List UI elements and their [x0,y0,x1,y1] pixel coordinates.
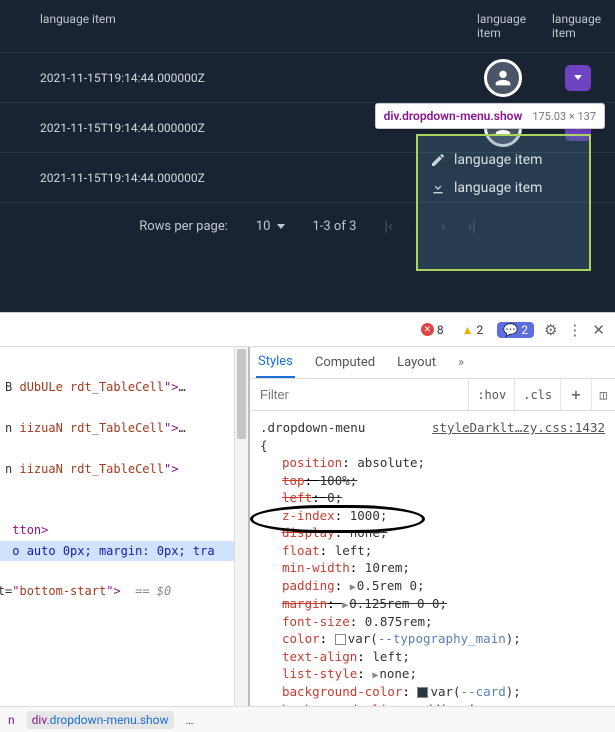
css-declaration[interactable]: margin: ▶0.125rem 0 0; [260,595,605,613]
css-declaration[interactable]: background-clip: padding-box; [260,701,605,707]
breadcrumb-item[interactable]: n [8,713,15,727]
pagination-range: 1-3 of 3 [313,219,357,234]
cell-timestamp: 2021-11-15T19:14:44.000000Z [0,71,465,85]
css-declaration[interactable]: text-align: left; [260,648,605,666]
kebab-icon[interactable]: ⋮ [567,321,582,339]
rule-selector: .dropdown-menu [260,420,365,435]
dropdown-item-label: language item [454,180,542,196]
table-header: language item language item language ite… [0,0,615,52]
css-declaration[interactable]: list-style: ▶none; [260,665,605,683]
avatar[interactable] [484,59,522,97]
edit-icon [430,152,446,168]
close-icon[interactable]: ✕ [592,321,605,339]
th-col1: language item [0,4,465,48]
css-declaration[interactable]: left: 0; [260,489,605,507]
cell-timestamp: 2021-11-15T19:14:44.000000Z [0,171,465,185]
devtools-panel: ✕8 ▲2 💬 2 ⚙ ⋮ ✕ B dUbULe rdt_TableCell">… [0,312,615,732]
hov-toggle[interactable]: :hov [468,379,514,410]
new-rule-icon[interactable]: + [560,379,591,410]
more-tabs-icon[interactable]: » [456,348,466,377]
breadcrumb-item[interactable]: … [186,713,194,727]
tab-styles[interactable]: Styles [256,347,295,378]
th-col2: language item [465,4,540,48]
gear-icon[interactable]: ⚙ [544,321,557,339]
css-declaration[interactable]: display: none; [260,524,605,542]
styles-filter-input[interactable] [250,387,468,402]
element-tooltip: div.dropdown-menu.show 175.03 × 137 [375,103,605,129]
first-page-icon[interactable]: |‹ [384,217,392,235]
styles-pane[interactable]: .dropdown-menu styleDarklt…zy.css:1432 {… [250,411,615,706]
rows-per-page-label: Rows per page: [139,219,228,234]
tab-computed[interactable]: Computed [313,348,377,377]
dropdown-item-label: language item [454,152,542,168]
dropdown-item[interactable]: language item [430,174,577,202]
breadcrumb[interactable]: n div.dropdown-menu.show … [0,706,615,732]
user-icon [492,67,514,89]
tab-layout[interactable]: Layout [395,348,438,377]
css-declaration[interactable]: color: var(--typography_main); [260,630,605,648]
css-declaration[interactable]: padding: ▶0.5rem 0; [260,577,605,595]
th-col3: language item [540,4,615,48]
warning-badge[interactable]: ▲2 [458,322,488,338]
styles-tabs: Styles Computed Layout » [250,347,615,379]
tooltip-dimensions: 175.03 × 137 [532,110,596,123]
dropdown-item[interactable]: language item [430,146,577,174]
devtools-toolbar: ✕8 ▲2 💬 2 ⚙ ⋮ ✕ [0,313,615,347]
css-declaration[interactable]: background-color: var(--card); [260,683,605,701]
elements-tree[interactable]: B dUbULe rdt_TableCell">… n iizuaN rdt_T… [0,347,250,706]
breadcrumb-item[interactable]: div.dropdown-menu.show [27,711,174,729]
css-declaration[interactable]: top: 100%; [260,472,605,490]
rows-per-page-select[interactable]: 10 [256,219,285,234]
cell-avatar [465,59,540,97]
cls-toggle[interactable]: .cls [514,379,560,410]
tooltip-selector: div.dropdown-menu.show [384,109,523,123]
css-declaration[interactable]: min-width: 10rem; [260,559,605,577]
info-badge[interactable]: 💬 2 [497,322,534,338]
app-table-area: language item language item language ite… [0,0,615,312]
css-declaration[interactable]: position: absolute; [260,454,605,472]
css-declaration[interactable]: float: left; [260,542,605,560]
source-link[interactable]: styleDarklt…zy.css:1432 [432,419,605,437]
error-badge[interactable]: ✕8 [417,322,448,338]
table-row: 2021-11-15T19:14:44.000000Z [0,52,615,102]
css-declaration[interactable]: font-size: 0.875rem; [260,613,605,631]
dropdown-toggle[interactable] [565,65,591,91]
scrollbar[interactable] [234,347,248,706]
download-icon [430,180,446,196]
css-declaration[interactable]: z-index: 1000; [260,507,605,525]
dropdown-menu-highlight: language item language item [416,134,591,271]
panel-toggle-icon[interactable]: ◫ [591,379,615,410]
